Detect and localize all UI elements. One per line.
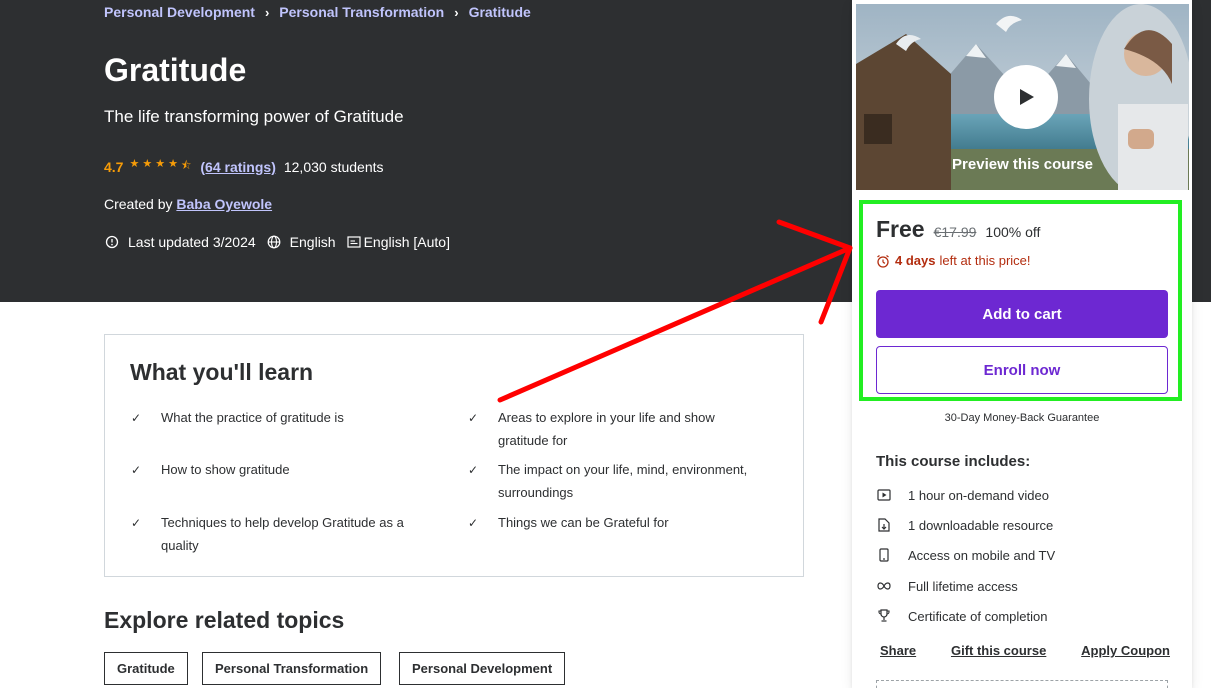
learn-item-text: How to show gratitude <box>161 462 290 477</box>
rating-row: 4.7 ★ ★ ★ ★ ⯪ (64 ratings) 12,030 studen… <box>104 157 384 176</box>
original-price: €17.99 <box>933 224 977 240</box>
include-item: Full lifetime access <box>876 578 1018 594</box>
gift-course-button[interactable]: Gift this course <box>951 643 1046 658</box>
breadcrumb-separator: › <box>454 4 459 20</box>
learn-item-text: Things we can be Grateful for <box>498 515 669 530</box>
captions: English [Auto] <box>346 234 450 250</box>
include-item-label: Full lifetime access <box>908 578 1018 594</box>
coupon-input-box[interactable] <box>876 680 1168 688</box>
created-by: Created by Baba Oyewole <box>104 196 272 212</box>
topic-personal-development[interactable]: Personal Development <box>399 652 566 685</box>
trophy-icon <box>876 608 892 624</box>
breadcrumb-item-personal-transformation[interactable]: Personal Transformation <box>279 4 444 20</box>
explore-topics-heading: Explore related topics <box>104 607 345 633</box>
timer-days: 4 days <box>895 253 936 268</box>
include-item: 1 downloadable resource <box>876 517 1053 533</box>
learn-item: ✓ How to show gratitude <box>131 458 431 481</box>
price-timer: 4 days left at this price! <box>876 253 1031 268</box>
last-updated: Last updated 3/2024 <box>104 234 256 250</box>
price-row: Free €17.99 100% off <box>876 216 1040 243</box>
course-subtitle: The life transforming power of Gratitude <box>104 107 404 126</box>
learn-item: ✓ What the practice of gratitude is <box>131 406 431 429</box>
students-count: 12,030 students <box>283 158 384 175</box>
add-to-cart-button[interactable]: Add to cart <box>876 290 1168 338</box>
learn-item-text: The impact on your life, mind, environme… <box>498 462 748 500</box>
check-icon: ✓ <box>468 463 479 477</box>
preview-label[interactable]: Preview this course <box>856 156 1189 173</box>
include-item-label: 1 downloadable resource <box>908 517 1054 533</box>
apply-coupon-button[interactable]: Apply Coupon <box>1081 643 1170 658</box>
check-icon: ✓ <box>131 463 142 477</box>
breadcrumb-item-personal-development[interactable]: Personal Development <box>104 4 255 20</box>
language: English <box>266 234 336 250</box>
share-button[interactable]: Share <box>880 643 916 658</box>
enroll-now-button[interactable]: Enroll now <box>876 346 1168 394</box>
star-icon: ★ <box>129 158 140 170</box>
include-item: Access on mobile and TV <box>876 547 1055 563</box>
star-icon: ★ <box>142 158 153 170</box>
include-item: Certificate of completion <box>876 608 1047 624</box>
what-youll-learn-box: What you'll learn ✓ What the practice of… <box>104 334 804 577</box>
globe-icon <box>266 234 282 250</box>
last-updated-text: Last updated 3/2024 <box>128 234 256 250</box>
include-item-label: 1 hour on-demand video <box>908 487 1049 503</box>
play-button[interactable] <box>994 65 1058 129</box>
check-icon: ✓ <box>131 516 142 530</box>
mobile-icon <box>876 547 892 563</box>
topic-personal-transformation[interactable]: Personal Transformation <box>202 652 382 685</box>
breadcrumb-item-gratitude[interactable]: Gratitude <box>469 4 531 20</box>
course-title: Gratitude <box>104 52 247 88</box>
closed-captions-icon <box>346 234 362 250</box>
purchase-sidebar: Preview this course Free €17.99 100% off… <box>852 0 1192 688</box>
discount-percent: 100% off <box>985 224 1041 240</box>
check-icon: ✓ <box>468 411 479 425</box>
include-item-label: Certificate of completion <box>908 608 1048 624</box>
learn-item: ✓ Things we can be Grateful for <box>468 511 768 534</box>
learn-item-text: What the practice of gratitude is <box>161 410 344 425</box>
sidebar-actions: Share Gift this course Apply Coupon <box>880 643 1170 658</box>
include-item: 1 hour on-demand video <box>876 487 1049 503</box>
timer-text: left at this price! <box>939 253 1031 268</box>
course-meta: Last updated 3/2024 English English [Aut… <box>104 234 460 250</box>
language-text: English <box>289 234 336 250</box>
file-download-icon <box>876 517 892 533</box>
check-icon: ✓ <box>131 411 142 425</box>
star-icon: ★ <box>155 158 166 170</box>
course-preview[interactable]: Preview this course <box>856 4 1189 190</box>
current-price: Free <box>876 216 925 242</box>
alert-clock-icon <box>104 234 120 250</box>
play-icon <box>1020 89 1034 105</box>
alarm-clock-icon <box>877 254 889 268</box>
star-rating: ★ ★ ★ ★ ⯪ <box>129 157 194 176</box>
money-back-guarantee: 30-Day Money-Back Guarantee <box>944 412 1100 424</box>
infinity-icon <box>876 578 892 594</box>
learn-item: ✓ Areas to explore in your life and show… <box>468 406 768 452</box>
half-star-icon: ⯪ <box>180 160 192 172</box>
topic-gratitude[interactable]: Gratitude <box>104 652 188 685</box>
breadcrumb: Personal Development › Personal Transfor… <box>104 4 531 20</box>
learn-heading: What you'll learn <box>130 359 314 385</box>
learn-item-text: Areas to explore in your life and show g… <box>498 410 715 448</box>
include-item-label: Access on mobile and TV <box>908 547 1056 563</box>
breadcrumb-separator: › <box>264 4 270 20</box>
includes-heading: This course includes: <box>876 453 1031 470</box>
learn-item: ✓ The impact on your life, mind, environ… <box>468 458 768 504</box>
created-by-label: Created by <box>104 196 173 212</box>
star-icon: ★ <box>168 158 178 170</box>
captions-text: English [Auto] <box>363 234 450 250</box>
instructor-link[interactable]: Baba Oyewole <box>176 196 272 212</box>
rating-value: 4.7 <box>104 158 124 175</box>
learn-item-text: Techniques to help develop Gratitude as … <box>161 515 404 553</box>
learn-item: ✓ Techniques to help develop Gratitude a… <box>131 511 431 557</box>
check-icon: ✓ <box>468 516 479 530</box>
ratings-count-link[interactable]: (64 ratings) <box>200 159 275 175</box>
video-icon <box>876 487 892 503</box>
